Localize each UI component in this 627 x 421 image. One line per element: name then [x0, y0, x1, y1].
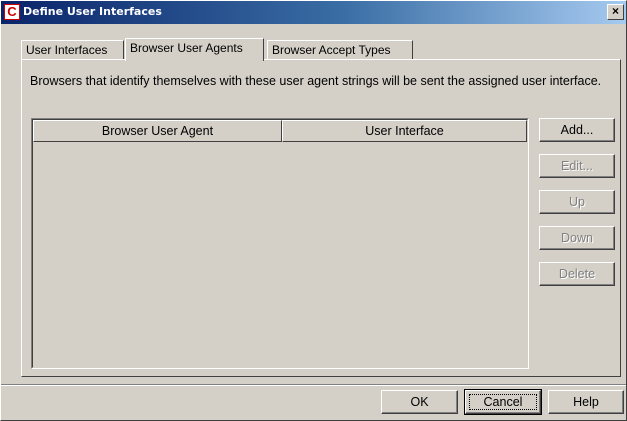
cancel-button[interactable]: Cancel: [464, 389, 542, 415]
window-title: Define User Interfaces: [23, 5, 162, 18]
ok-button[interactable]: OK: [381, 390, 458, 414]
delete-button-label: Delete: [558, 267, 596, 281]
column-header-browser-user-agent[interactable]: Browser User Agent: [33, 120, 282, 142]
tab-browser-accept-types[interactable]: Browser Accept Types: [267, 40, 413, 60]
up-button-label: Up: [569, 195, 585, 209]
ok-button-label: OK: [410, 395, 429, 409]
description-text: Browsers that identify themselves with t…: [30, 74, 602, 88]
user-agent-table[interactable]: Browser User Agent User Interface: [31, 118, 529, 369]
tab-user-interfaces[interactable]: User Interfaces: [21, 40, 124, 60]
down-button-label: Down: [561, 231, 593, 245]
delete-button[interactable]: Delete: [539, 262, 615, 286]
footer-separator: [1, 384, 626, 386]
up-button[interactable]: Up: [539, 190, 615, 214]
add-button[interactable]: Add...: [539, 118, 615, 142]
add-button-label: Add...: [560, 123, 594, 137]
help-button-label: Help: [573, 395, 599, 409]
table-body[interactable]: Browser User Agent User Interface: [32, 119, 528, 368]
help-button[interactable]: Help: [548, 390, 624, 414]
app-icon: C: [4, 4, 20, 20]
focus-rectangle: [469, 394, 537, 410]
down-button[interactable]: Down: [539, 226, 615, 250]
edit-button[interactable]: Edit...: [539, 154, 615, 178]
tab-browser-user-agents[interactable]: Browser User Agents: [125, 38, 264, 61]
close-icon[interactable]: ×: [607, 4, 624, 20]
column-header-user-interface[interactable]: User Interface: [282, 120, 527, 142]
title-bar[interactable]: C Define User Interfaces ×: [1, 1, 626, 24]
define-user-interfaces-dialog: C Define User Interfaces × User Interfac…: [0, 0, 627, 421]
edit-button-label: Edit...: [561, 159, 593, 173]
